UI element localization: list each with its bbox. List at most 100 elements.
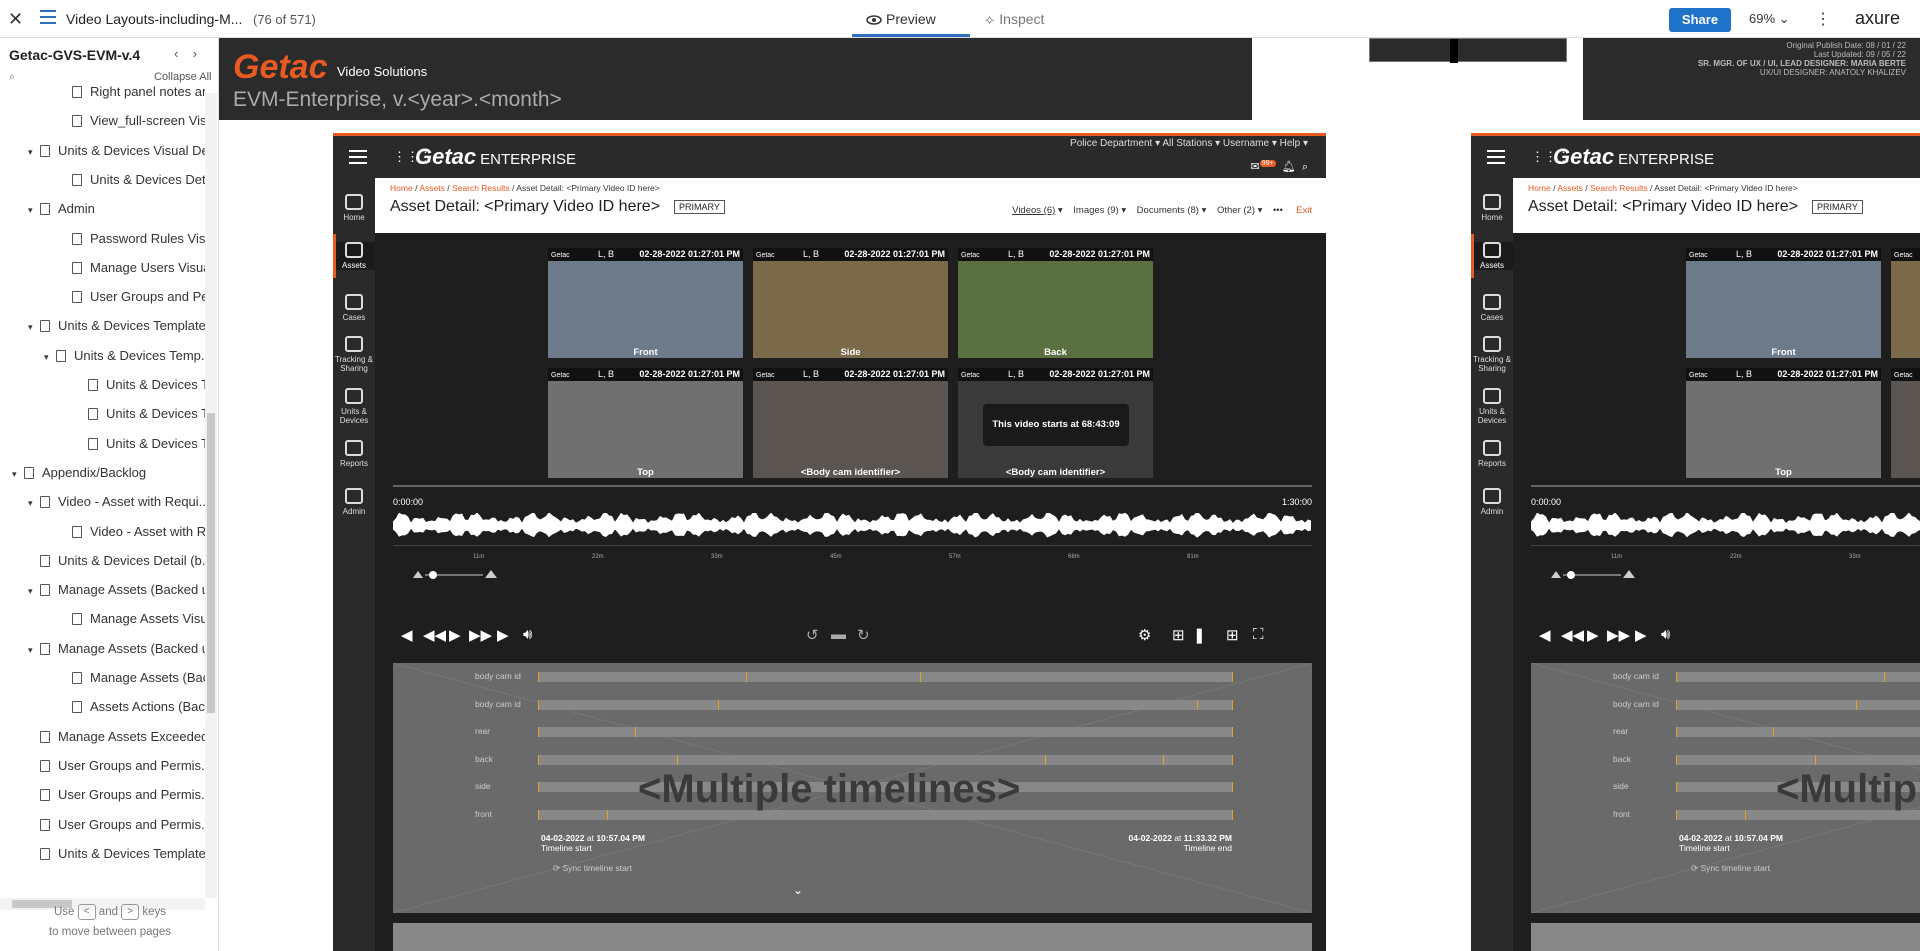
nav-item[interactable]: Tracking & Sharing [333,336,375,373]
next-page-icon[interactable]: › [193,46,197,61]
event-marker[interactable] [1162,754,1164,765]
tree-item[interactable]: Manage Assets Visual... [60,607,205,631]
event-marker[interactable] [1676,809,1677,820]
timeline-track[interactable] [538,699,1233,710]
settings-icon[interactable]: ⚙ [1138,626,1151,644]
tree-item[interactable]: Units & Devices Te... [76,373,205,397]
bookmark-icon[interactable]: ❚ [1193,626,1206,644]
event-marker[interactable] [1676,727,1677,737]
event-marker[interactable] [1773,727,1775,737]
event-marker[interactable] [1232,809,1233,820]
sitemap-menu-icon[interactable] [40,10,56,24]
expand-caret-icon[interactable]: ▾ [12,462,24,486]
more-icon[interactable]: ••• [1273,205,1283,216]
expand-caret-icon[interactable]: ▾ [28,198,40,222]
event-marker[interactable] [538,727,539,737]
search-icon[interactable]: ⌕ [1302,161,1308,173]
event-marker[interactable] [635,727,637,737]
tree-item[interactable]: ▾ Video - Asset with Requi... [28,490,205,514]
prev-frame-icon[interactable]: ◀ [1539,626,1551,644]
asset-menu[interactable]: Videos (6) ▾ [1012,205,1063,216]
tree-item[interactable]: Manage Users Visual I... [60,256,205,280]
event-marker[interactable] [1232,782,1233,792]
nav-item[interactable]: Home [333,194,375,222]
expand-caret-icon[interactable]: ▾ [28,491,40,515]
layout-icon[interactable]: ⊞ [1226,626,1239,644]
event-marker[interactable] [919,672,921,682]
sync-timeline-button[interactable]: ⟳ Sync timeline start [1691,863,1770,874]
video-tile[interactable]: Getac L, B 02-28-2022 01:27:01 PM <Body cam… [753,368,948,478]
chevron-down-icon[interactable]: ⌄ [793,883,803,897]
video-tile[interactable]: Getac L, B 02-28-2022 01:27:01 PM Front [548,248,743,358]
nav-item[interactable]: Units & Devices [333,388,375,425]
timeline-row[interactable]: body cam id [393,697,1312,713]
event-marker[interactable] [1232,727,1233,737]
event-marker[interactable] [1676,782,1677,792]
video-tile[interactable]: Getac L, B 02-28-2022 01:27:01 PM Top [1686,368,1881,478]
prev-page-icon[interactable]: ‹ [174,46,178,61]
progress-bar[interactable] [393,485,1312,487]
tab-inspect[interactable]: ⟡ Inspect [985,11,1044,28]
tree-item[interactable]: Assets Actions (Backe... [60,695,205,719]
tree-vertical-scrollbar[interactable] [205,93,217,898]
sync-timeline-button[interactable]: ⟳ Sync timeline start [553,863,632,874]
prev-frame-icon[interactable]: ◀ [401,626,413,644]
asset-menu[interactable]: Other (2) ▾ [1217,205,1262,216]
search-icon[interactable]: ⌕ [9,71,15,84]
timeline-track[interactable] [538,727,1233,737]
tree-item[interactable]: ▾ Units & Devices Temp... [44,344,205,368]
event-marker[interactable] [1676,754,1677,765]
play-icon[interactable]: ▶ [449,626,461,644]
event-marker[interactable] [1814,754,1816,765]
redo-icon[interactable]: ↻ [857,626,870,644]
tree-item[interactable]: Units & Devices Detail... [60,168,205,192]
share-button[interactable]: Share [1669,8,1731,32]
event-marker[interactable] [607,809,609,820]
breadcrumb-link[interactable]: Assets [419,183,445,193]
timeline-row[interactable]: rear [1531,724,1920,740]
nav-item[interactable]: Reports [333,440,375,468]
next-frame-icon[interactable]: ▶ [1635,626,1647,644]
event-marker[interactable] [538,809,539,820]
tree-item[interactable]: Video - Asset with Rec... [60,520,205,544]
timeline-track[interactable] [1676,727,1920,737]
nav-item[interactable]: Reports [1471,440,1513,468]
asset-menu[interactable]: Documents (8) ▾ [1137,205,1207,216]
video-tile[interactable]: Getac L, B 02-28-2022 01:27:01 PM This vide… [958,368,1153,478]
event-marker[interactable] [538,672,539,682]
video-tile[interactable]: Getac L, B 02-28-2022 01:27:01 PM Top [548,368,743,478]
event-marker[interactable] [1232,672,1233,682]
more-options-icon[interactable]: ⋮ [1815,9,1831,29]
tree-item[interactable]: ▾ Manage Assets (Backed u... [28,578,205,602]
page-nav-arrows[interactable]: ‹ › [174,46,197,61]
timeline-track[interactable] [1676,699,1920,710]
event-marker[interactable] [538,699,539,710]
tree-item[interactable]: Password Rules Visual... [60,227,205,251]
volume-icon[interactable]: 🔊︎ [1661,626,1670,643]
tree-item[interactable]: View_full-screen Visu... [60,109,205,133]
timeline-row[interactable]: back [1531,752,1920,768]
nav-item[interactable]: Tracking & Sharing [1471,336,1513,373]
undo-icon[interactable]: ↺ [806,626,819,644]
breadcrumb-link[interactable]: Home [1528,183,1551,193]
nav-item[interactable]: Admin [1471,488,1513,516]
event-marker[interactable] [1745,809,1747,820]
fast-forward-icon[interactable]: ▶▶ [469,626,492,644]
event-marker[interactable] [538,782,539,792]
video-tile[interactable]: Getac L, B 02-28-2022 01:27:01 PM Back [958,248,1153,358]
exit-link[interactable]: Exit [1296,205,1312,216]
event-marker[interactable] [1044,754,1046,765]
breadcrumb-link[interactable]: Assets [1557,183,1583,193]
zoom-slider[interactable] [1551,567,1635,579]
rewind-icon[interactable]: ◀◀ [423,626,446,644]
notification-icon[interactable]: ✉ [1251,161,1260,173]
nav-item[interactable]: Home [1471,194,1513,222]
volume-icon[interactable]: 🔊︎ [523,626,532,643]
breadcrumb-link[interactable]: Search Results [452,183,510,193]
tree-item[interactable]: Manage Assets Exceeded... [28,725,205,749]
tree-item[interactable]: ▾ Units & Devices Visual De... [28,139,205,163]
tree-item[interactable]: Manage Assets (Backe... [60,666,205,690]
event-marker[interactable] [1884,672,1886,682]
hamburger-icon[interactable] [1487,150,1505,168]
hamburger-icon[interactable] [349,150,367,168]
